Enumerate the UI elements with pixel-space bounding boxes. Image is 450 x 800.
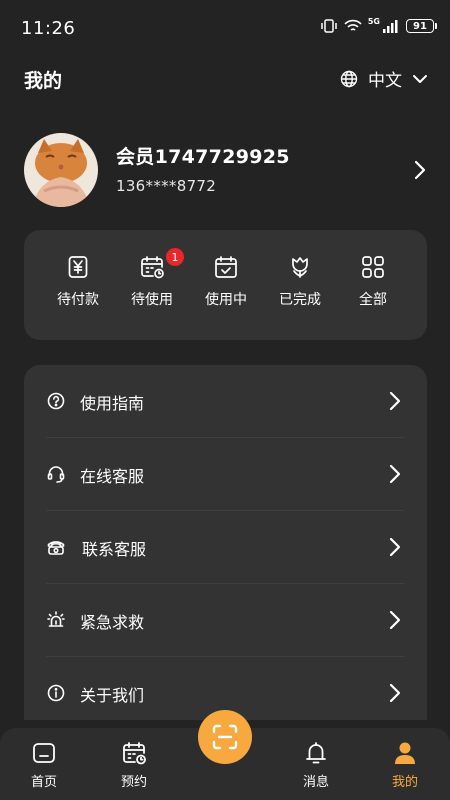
chevron-right-icon (389, 683, 401, 703)
info-icon (46, 683, 66, 703)
language-label: 中文 (368, 71, 402, 91)
order-badge: 1 (166, 248, 184, 266)
chevron-right-icon (389, 464, 401, 484)
tulip-icon (287, 254, 313, 280)
nav-item-mine[interactable]: 我的 (373, 740, 437, 790)
order-pending-use[interactable]: 1 待使用 (115, 248, 189, 309)
signal-icon (382, 19, 400, 33)
avatar[interactable] (24, 133, 98, 207)
vibrate-icon (320, 19, 338, 33)
phone-number: 136****8772 (116, 177, 217, 195)
user-icon (392, 740, 418, 766)
wifi-icon (344, 19, 362, 33)
order-label: 待使用 (131, 292, 173, 308)
calendar-clock-icon (139, 254, 165, 280)
order-all[interactable]: 全部 (336, 254, 410, 309)
scan-button[interactable] (198, 710, 252, 764)
nav-label: 预约 (120, 775, 147, 790)
nav-label: 首页 (30, 775, 57, 790)
chevron-right-icon (389, 537, 401, 557)
order-label: 待付款 (57, 292, 99, 308)
nav-label: 我的 (391, 775, 418, 790)
nav-item-messages[interactable]: 消息 (284, 740, 348, 790)
menu-item-label: 紧急求救 (80, 613, 145, 632)
order-in-use[interactable]: 使用中 (189, 254, 263, 309)
status-bar: 11:26 5G 91 (0, 0, 450, 56)
status-time: 11:26 (21, 18, 76, 39)
order-label: 已完成 (279, 292, 321, 308)
payment-icon (65, 254, 91, 280)
telephone-icon (46, 537, 66, 557)
username: 会员1747729925 (116, 146, 290, 168)
bottom-nav: 首页 预约 消息 我的 (0, 710, 450, 800)
order-label: 使用中 (205, 292, 247, 308)
page-title: 我的 (24, 70, 63, 92)
nav-label: 消息 (302, 775, 329, 790)
order-label: 全部 (359, 292, 387, 308)
help-icon (46, 391, 66, 411)
calendar-clock-icon (121, 740, 147, 766)
grid-icon (360, 254, 386, 280)
globe-icon (340, 70, 358, 88)
chevron-right-icon (389, 610, 401, 630)
scan-icon (210, 722, 240, 752)
menu-item-emergency[interactable]: 紧急求救 (24, 584, 427, 657)
order-pending-payment[interactable]: 待付款 (41, 254, 115, 309)
nav-item-booking[interactable]: 预约 (102, 740, 166, 790)
menu-item-label: 在线客服 (80, 467, 145, 486)
nav-item-home[interactable]: 首页 (12, 740, 76, 790)
chevron-down-icon (412, 74, 428, 84)
menu-item-label: 关于我们 (80, 686, 145, 705)
menu-item-online-service[interactable]: 在线客服 (24, 438, 427, 511)
bell-icon (303, 740, 329, 766)
calendar-check-icon (213, 254, 239, 280)
settings-menu: 使用指南 在线客服 联系客服 紧急求救 关于我们 (24, 365, 427, 720)
chevron-right-icon (389, 391, 401, 411)
battery-icon: 91 (406, 19, 437, 33)
language-selector[interactable]: 中文 (340, 66, 428, 91)
network-label: 5G (367, 16, 380, 26)
status-icons: 5G 91 (320, 16, 437, 33)
menu-item-user-guide[interactable]: 使用指南 (24, 365, 427, 438)
menu-item-label: 联系客服 (82, 540, 147, 559)
headset-icon (46, 464, 66, 484)
orders-card: 待付款 1 待使用 使用中 已完成 全部 (24, 230, 427, 340)
order-completed[interactable]: 已完成 (263, 254, 337, 309)
menu-item-label: 使用指南 (80, 394, 145, 413)
menu-item-contact-service[interactable]: 联系客服 (24, 511, 427, 584)
home-icon (31, 740, 57, 766)
alarm-icon (46, 610, 66, 630)
profile-chevron-right-icon[interactable] (414, 160, 426, 180)
